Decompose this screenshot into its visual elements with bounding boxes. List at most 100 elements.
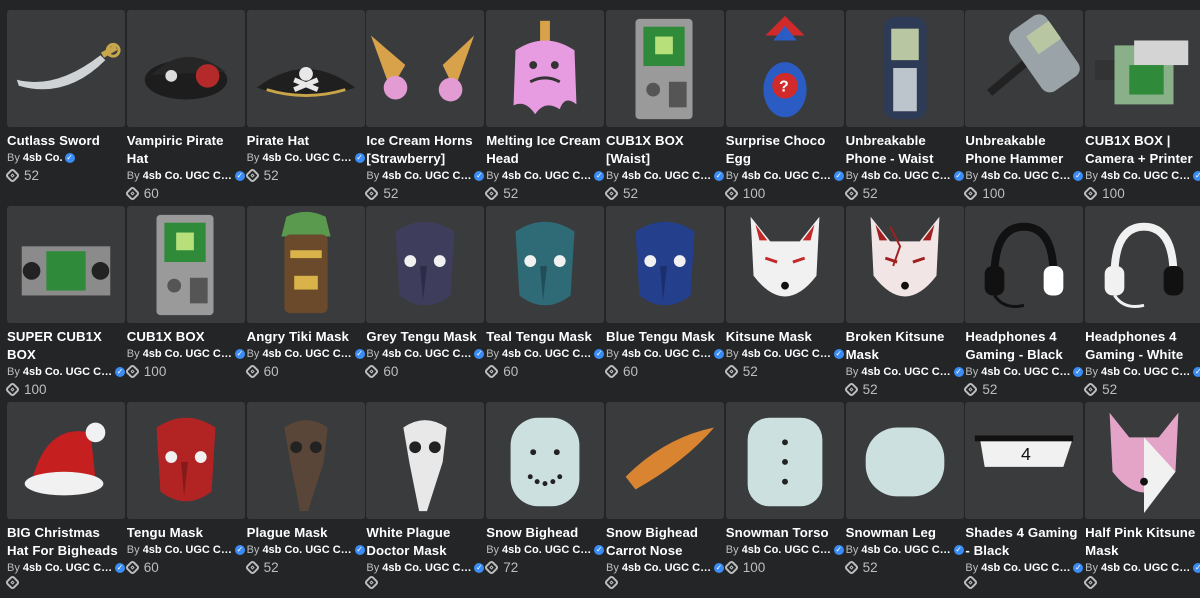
creator-link[interactable]: 4sb Co. UGC Clo... (742, 543, 832, 557)
item-name[interactable]: Surprise Choco Egg (726, 132, 844, 168)
super-cub1x-box-icon[interactable] (7, 206, 125, 323)
headphones-black-icon[interactable] (965, 206, 1084, 323)
item-name[interactable]: Blue Tengu Mask (606, 328, 724, 346)
item-card[interactable]: Unbreakable Phone - Waist By 4sb Co. UGC C… (843, 10, 964, 206)
creator-link[interactable]: 4sb Co. UGC Clo... (1101, 365, 1191, 379)
item-card[interactable]: Vampiric Pirate Hat By 4sb Co. UGC Clo... ✓… (124, 10, 245, 206)
item-name[interactable]: Snow Bighead (486, 524, 604, 542)
tengu-mask-icon[interactable] (126, 402, 245, 519)
broken-kitsune-mask-icon[interactable] (845, 206, 964, 323)
ice-cream-horns-icon[interactable] (366, 10, 485, 127)
shades-black-icon[interactable]: 4 (965, 402, 1084, 519)
item-name[interactable]: Pirate Hat (247, 132, 365, 150)
creator-link[interactable]: 4sb Co. UGC Clo... (382, 169, 472, 183)
item-card[interactable]: Pirate Hat By 4sb Co. UGC Clo... ✓ 52 (244, 10, 365, 206)
item-card[interactable]: Tengu Mask By 4sb Co. UGC Clo... ✓ 60 (124, 402, 245, 598)
unbreakable-phone-icon[interactable] (845, 10, 964, 127)
creator-link[interactable]: 4sb Co. UGC Clo... (742, 169, 832, 183)
item-card[interactable]: Snow Bighead Carrot Nose By 4sb Co. UGC Cl… (603, 402, 724, 598)
creator-link[interactable]: 4sb Co. UGC Clo... (382, 561, 472, 575)
item-card[interactable]: Half Pink Kitsune Mask By 4sb Co. UGC Clo.… (1082, 402, 1200, 598)
item-name[interactable]: Kitsune Mask (726, 328, 844, 346)
surprise-choco-egg-icon[interactable]: ? (725, 10, 844, 127)
item-card[interactable]: Headphones 4 Gaming - Black By 4sb Co. UGC… (963, 206, 1084, 402)
item-name[interactable]: Tengu Mask (127, 524, 245, 542)
item-card[interactable]: ? Surprise Choco Egg By 4sb Co. UGC Clo... ✓… (723, 10, 844, 206)
item-name[interactable]: SUPER CUB1X BOX (7, 328, 125, 364)
item-card[interactable]: 4 Shades 4 Gaming - Black By 4sb Co. UGC Cl… (963, 402, 1084, 598)
item-name[interactable]: CUB1X BOX (127, 328, 245, 346)
item-name[interactable]: Snow Bighead Carrot Nose (606, 524, 724, 560)
creator-link[interactable]: 4sb Co. UGC Clo... (143, 347, 233, 361)
creator-link[interactable]: 4sb Co. UGC Clo... (861, 169, 951, 183)
phone-hammer-icon[interactable] (965, 10, 1084, 127)
angry-tiki-mask-icon[interactable] (246, 206, 365, 323)
christmas-hat-icon[interactable] (7, 402, 125, 519)
item-card[interactable]: White Plague Doctor Mask By 4sb Co. UGC Cl… (364, 402, 485, 598)
headphones-white-icon[interactable] (1085, 206, 1200, 323)
item-name[interactable]: Unbreakable Phone Hammer (965, 132, 1083, 168)
snowman-torso-icon[interactable] (725, 402, 844, 519)
item-card[interactable]: Blue Tengu Mask By 4sb Co. UGC Clo... ✓ 60 (603, 206, 724, 402)
cub1x-box-icon[interactable] (126, 206, 245, 323)
grey-tengu-mask-icon[interactable] (366, 206, 485, 323)
item-name[interactable]: Plague Mask (247, 524, 365, 542)
item-card[interactable]: SUPER CUB1X BOX By 4sb Co. UGC Clo... ✓ 100 (4, 206, 125, 402)
creator-link[interactable]: 4sb Co. UGC Clo... (861, 365, 951, 379)
item-name[interactable]: Cutlass Sword (7, 132, 125, 150)
item-name[interactable]: Snowman Leg (846, 524, 964, 542)
item-card[interactable]: Ice Cream Horns [Strawberry] By 4sb Co. UG… (364, 10, 485, 206)
item-name[interactable]: Teal Tengu Mask (486, 328, 604, 346)
carrot-nose-icon[interactable] (605, 402, 724, 519)
creator-link[interactable]: 4sb Co. UGC Clo... (502, 543, 592, 557)
creator-link[interactable]: 4sb Co. UGC Clo... (262, 347, 352, 361)
item-name[interactable]: CUB1X BOX | Camera + Printer (1085, 132, 1200, 168)
item-name[interactable]: Unbreakable Phone - Waist (846, 132, 964, 168)
creator-link[interactable]: 4sb Co. UGC Clo... (23, 365, 113, 379)
creator-link[interactable]: 4sb Co. UGC Clo... (1101, 169, 1191, 183)
kitsune-mask-icon[interactable] (725, 206, 844, 323)
item-card[interactable]: Broken Kitsune Mask By 4sb Co. UGC Clo... ✓… (843, 206, 964, 402)
creator-link[interactable]: 4sb Co. UGC Clo... (742, 347, 832, 361)
item-card[interactable]: Headphones 4 Gaming - White By 4sb Co. UGC… (1082, 206, 1200, 402)
item-card[interactable]: BIG Christmas Hat For Bigheads By 4sb Co. … (4, 402, 125, 598)
white-plague-mask-icon[interactable] (366, 402, 485, 519)
item-name[interactable]: White Plague Doctor Mask (366, 524, 484, 560)
cutlass-sword-icon[interactable] (7, 10, 125, 127)
item-name[interactable]: Headphones 4 Gaming - White (1085, 328, 1200, 364)
creator-link[interactable]: 4sb Co. UGC Clo... (981, 169, 1071, 183)
item-name[interactable]: Shades 4 Gaming - Black (965, 524, 1083, 560)
creator-link[interactable]: 4sb Co. UGC Clo... (382, 347, 472, 361)
item-name[interactable]: Angry Tiki Mask (247, 328, 365, 346)
item-card[interactable]: CUB1X BOX By 4sb Co. UGC Clo... ✓ 100 (124, 206, 245, 402)
item-card[interactable]: Snowman Torso By 4sb Co. UGC Clo... ✓ 100 (723, 402, 844, 598)
item-name[interactable]: Vampiric Pirate Hat (127, 132, 245, 168)
item-card[interactable]: Cutlass Sword By 4sb Co. ✓ 52 (4, 10, 125, 206)
creator-link[interactable]: 4sb Co. UGC Clo... (262, 543, 352, 557)
item-card[interactable]: Kitsune Mask By 4sb Co. UGC Clo... ✓ 52 (723, 206, 844, 402)
creator-link[interactable]: 4sb Co. UGC Clo... (262, 151, 352, 165)
teal-tengu-mask-icon[interactable] (486, 206, 605, 323)
creator-link[interactable]: 4sb Co. UGC Clo... (981, 365, 1071, 379)
creator-link[interactable]: 4sb Co. UGC Clo... (861, 543, 951, 557)
item-card[interactable]: Angry Tiki Mask By 4sb Co. UGC Clo... ✓ 60 (244, 206, 365, 402)
creator-link[interactable]: 4sb Co. UGC Clo... (622, 169, 712, 183)
creator-link[interactable]: 4sb Co. (23, 151, 63, 165)
item-name[interactable]: Broken Kitsune Mask (846, 328, 964, 364)
item-card[interactable]: Snow Bighead By 4sb Co. UGC Clo... ✓ 72 (483, 402, 605, 598)
item-name[interactable]: Grey Tengu Mask (366, 328, 484, 346)
snowman-leg-icon[interactable] (845, 402, 964, 519)
creator-link[interactable]: 4sb Co. UGC Clo... (502, 169, 592, 183)
cub1x-box-waist-icon[interactable] (605, 10, 724, 127)
item-card[interactable]: Melting Ice Cream Head By 4sb Co. UGC Clo.… (483, 10, 605, 206)
creator-link[interactable]: 4sb Co. UGC Clo... (1101, 561, 1191, 575)
item-card[interactable]: Unbreakable Phone Hammer By 4sb Co. UGC Cl… (963, 10, 1084, 206)
item-name[interactable]: Snowman Torso (726, 524, 844, 542)
blue-tengu-mask-icon[interactable] (605, 206, 724, 323)
item-card[interactable]: Grey Tengu Mask By 4sb Co. UGC Clo... ✓ 60 (364, 206, 485, 402)
creator-link[interactable]: 4sb Co. UGC Clo... (143, 543, 233, 557)
item-card[interactable]: Teal Tengu Mask By 4sb Co. UGC Clo... ✓ 60 (483, 206, 605, 402)
item-card[interactable]: Snowman Leg By 4sb Co. UGC Clo... ✓ 52 (843, 402, 964, 598)
creator-link[interactable]: 4sb Co. UGC Clo... (143, 169, 233, 183)
plague-mask-icon[interactable] (246, 402, 365, 519)
